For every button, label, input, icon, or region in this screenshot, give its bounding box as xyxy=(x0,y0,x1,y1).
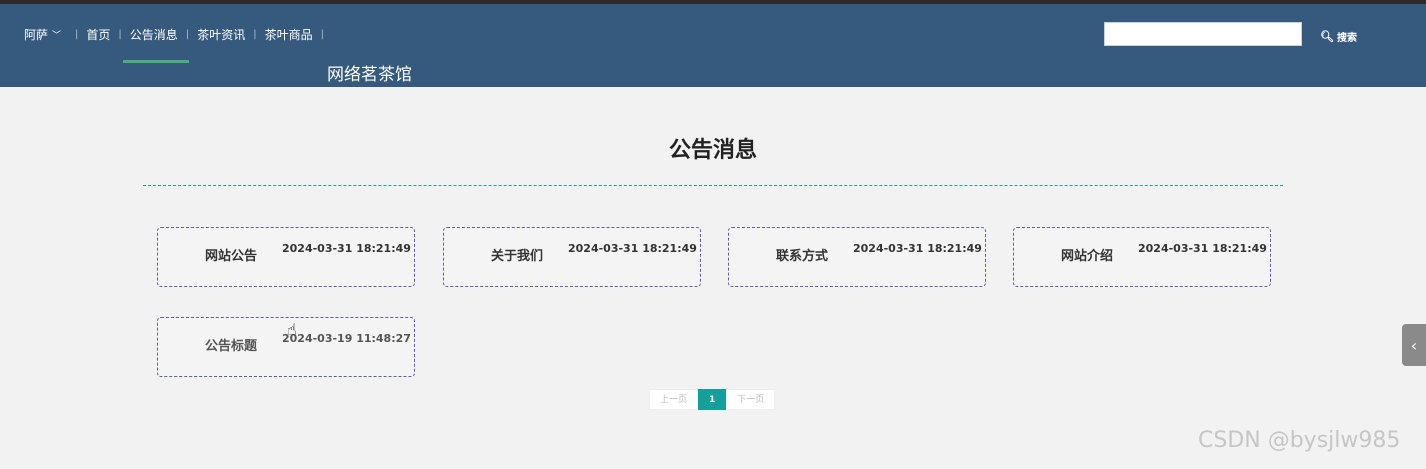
side-toggle-tab[interactable]: ‹ xyxy=(1402,324,1426,366)
search-button-label: 搜索 xyxy=(1336,33,1357,44)
site-header: 阿萨 ﹀ | 首页 | 公告消息 | 茶叶资讯 | 茶叶商品 | 网络茗茶馆 🔍… xyxy=(0,4,1426,87)
nav-separator: | xyxy=(185,29,190,40)
chevron-left-icon: ‹ xyxy=(1410,335,1418,355)
nav-home[interactable]: 首页 xyxy=(86,26,110,43)
notice-title: 网站公告 xyxy=(205,249,258,264)
nav-tea-news[interactable]: 茶叶资讯 xyxy=(197,26,245,43)
nav-separator: | xyxy=(75,29,79,40)
nav-active-indicator xyxy=(123,60,189,63)
nav-separator: | xyxy=(320,29,324,40)
site-title: 网络茗茶馆 xyxy=(327,65,412,85)
notice-title: 关于我们 xyxy=(491,249,544,264)
prev-page-button[interactable]: 上一页 xyxy=(649,389,699,410)
notice-title: 联系方式 xyxy=(776,249,829,264)
search-input[interactable] xyxy=(1104,22,1302,46)
notice-date: 2024-03-31 18:21:49 xyxy=(282,242,411,255)
chevron-down-icon: ﹀ xyxy=(52,31,62,41)
nav-separator: | xyxy=(118,29,122,40)
search-button[interactable]: 🔍︎ 搜索 xyxy=(1320,29,1357,44)
notice-title: 网站介绍 xyxy=(1061,249,1114,264)
nav-notices[interactable]: 公告消息 xyxy=(130,26,178,43)
notice-date: 2024-03-31 18:21:49 xyxy=(568,242,697,255)
notice-card-notice-title[interactable]: 公告标题 2024-03-19 11:48:27 xyxy=(157,317,415,377)
nav-notices-label: 公告消息 xyxy=(129,28,178,42)
notice-card-contact[interactable]: 联系方式 2024-03-31 18:21:49 xyxy=(728,227,986,287)
mouse-cursor-icon: ☝︎ xyxy=(287,320,297,339)
user-menu[interactable]: 阿萨 ﹀ xyxy=(24,26,61,43)
notice-card-website-notice[interactable]: 网站公告 2024-03-31 18:21:49 xyxy=(157,227,415,287)
notice-card-about-us[interactable]: 关于我们 2024-03-31 18:21:49 xyxy=(443,227,701,287)
watermark: CSDN @bysjlw985 xyxy=(1198,428,1401,453)
nav-tea-products[interactable]: 茶叶商品 xyxy=(265,26,313,43)
page-1-button[interactable]: 1 xyxy=(698,389,727,410)
nav-separator: | xyxy=(253,29,257,40)
notice-card-site-intro[interactable]: 网站介绍 2024-03-31 18:21:49 xyxy=(1013,227,1271,287)
user-name: 阿萨 xyxy=(24,28,49,42)
top-nav: 阿萨 ﹀ | 首页 | 公告消息 | 茶叶资讯 | 茶叶商品 | xyxy=(24,26,332,43)
notice-title: 公告标题 xyxy=(205,339,258,354)
title-divider xyxy=(143,185,1283,186)
notice-date: 2024-03-19 11:48:27 xyxy=(282,332,411,345)
page-title: 公告消息 xyxy=(668,138,757,163)
next-page-button[interactable]: 下一页 xyxy=(726,389,776,410)
nav-home-label: 首页 xyxy=(86,28,111,42)
nav-tea-products-label: 茶叶商品 xyxy=(264,28,313,42)
notice-date: 2024-03-31 18:21:49 xyxy=(853,242,982,255)
pagination: 上一页 1 下一页 xyxy=(649,389,776,410)
notice-date: 2024-03-31 18:21:49 xyxy=(1138,242,1267,255)
search-icon: 🔍︎ xyxy=(1320,30,1334,43)
nav-tea-news-label: 茶叶资讯 xyxy=(197,28,246,42)
